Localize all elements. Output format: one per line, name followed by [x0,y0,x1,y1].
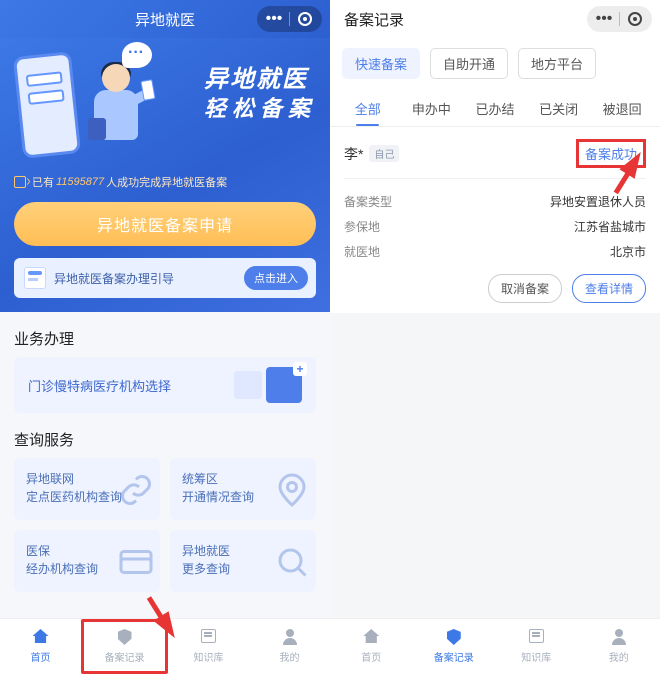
tab-home[interactable]: 首页 [330,619,413,674]
tab2-closed[interactable]: 已关闭 [527,89,591,126]
tab2-returned[interactable]: 被退回 [590,89,654,126]
shield-icon [115,629,135,647]
book-icon [199,629,219,647]
header-title: 异地就医 [135,9,195,30]
book-icon [526,629,546,647]
tab2-done[interactable]: 已办结 [463,89,527,126]
status-tabs: 全部 申办中 已办结 已关闭 被退回 [330,89,660,127]
filter-quick[interactable]: 快速备案 [342,48,420,79]
tab-records[interactable]: 备案记录 [413,619,496,674]
target-icon[interactable] [290,7,320,31]
record-name: 李* 自己 [344,144,399,164]
tab-home[interactable]: 首页 [0,619,81,674]
section-title-query: 查询服务 [0,413,330,458]
tabbar-right: 首页 备案记录 知识库 我的 [330,618,660,674]
user-icon [280,629,300,647]
records-body: 李* 自己 备案成功 备案类型 异地安置退休人员 参保地 江苏省盐城市 就医地 … [330,127,660,674]
banner-illustration: 异地就医 轻松备案 [14,48,316,168]
card-icon [118,544,154,580]
query-grid: 异地联网 定点医药机构查询 统筹区 开通情况查询 医保 经办机构查询 异地就医 … [0,458,330,602]
cancel-record-button[interactable]: 取消备案 [488,274,562,303]
query-card-more[interactable]: 异地就医 更多查询 [170,530,316,592]
query-card-agency[interactable]: 医保 经办机构查询 [14,530,160,592]
filter-self[interactable]: 自助开通 [430,48,508,79]
filter-row: 快速备案 自助开通 地方平台 [330,38,660,89]
tab-knowledge[interactable]: 知识库 [495,619,578,674]
tab-mine[interactable]: 我的 [249,619,330,674]
phone-right: 备案记录 ••• 快速备案 自助开通 地方平台 全部 申办中 已办结 已关闭 被… [330,0,660,674]
document-icon [24,267,46,289]
sound-icon [14,176,26,188]
record-header: 李* 自己 备案成功 [344,139,646,179]
header-left: 异地就医 ••• [0,0,330,38]
record-card[interactable]: 李* 自己 备案成功 备案类型 异地安置退休人员 参保地 江苏省盐城市 就医地 … [330,127,660,313]
header-title: 备案记录 [344,9,404,30]
guide-row[interactable]: 异地就医备案办理引导 点击进入 [14,258,316,298]
biz-card[interactable]: 门诊慢特病医疗机构选择 [14,357,316,413]
filter-local[interactable]: 地方平台 [518,48,596,79]
record-row-treat: 就医地 北京市 [344,239,646,264]
record-row-insured: 参保地 江苏省盐城市 [344,214,646,239]
section-title-biz: 业务办理 [0,312,330,357]
miniprogram-capsule[interactable]: ••• [257,6,322,32]
tab2-processing[interactable]: 申办中 [400,89,464,126]
view-detail-button[interactable]: 查看详情 [572,274,646,303]
home-icon [31,629,51,647]
home-icon [361,629,381,647]
more-icon[interactable]: ••• [259,7,289,31]
speech-bubble-icon [122,42,152,68]
record-row-type: 备案类型 异地安置退休人员 [344,189,646,214]
phone-illustration [13,51,81,159]
miniprogram-capsule[interactable]: ••• [587,6,652,32]
tab2-all[interactable]: 全部 [336,89,400,126]
success-counter: 已有 11595877 人成功完成异地就医备案 [14,174,316,190]
location-icon [274,472,310,508]
more-query-icon [274,544,310,580]
header-right: 备案记录 ••• [330,0,660,38]
shield-icon [444,629,464,647]
target-icon[interactable] [620,7,650,31]
banner-slogan: 异地就医 轻松备案 [204,66,316,123]
user-icon [609,629,629,647]
tab-records[interactable]: 备案记录 [81,619,168,674]
record-actions: 取消备案 查看详情 [344,264,646,303]
guide-enter-button[interactable]: 点击进入 [244,266,308,290]
tab-mine[interactable]: 我的 [578,619,660,674]
tab-knowledge[interactable]: 知识库 [168,619,249,674]
query-card-network[interactable]: 异地联网 定点医药机构查询 [14,458,160,520]
more-icon[interactable]: ••• [589,7,619,31]
query-card-region[interactable]: 统筹区 开通情况查询 [170,458,316,520]
hero-banner: 异地就医 轻松备案 已有 11595877 人成功完成异地就医备案 异地就医备案… [0,38,330,312]
person-illustration [80,60,150,160]
apply-button[interactable]: 异地就医备案申请 [14,202,316,246]
guide-text: 异地就医备案办理引导 [54,270,244,287]
counter-number: 11595877 [56,176,104,188]
phone-left: 异地就医 ••• 异地就医 轻松备案 已有 [0,0,330,674]
hospital-icon [266,367,302,403]
self-tag: 自己 [369,145,399,162]
link-icon [118,472,154,508]
